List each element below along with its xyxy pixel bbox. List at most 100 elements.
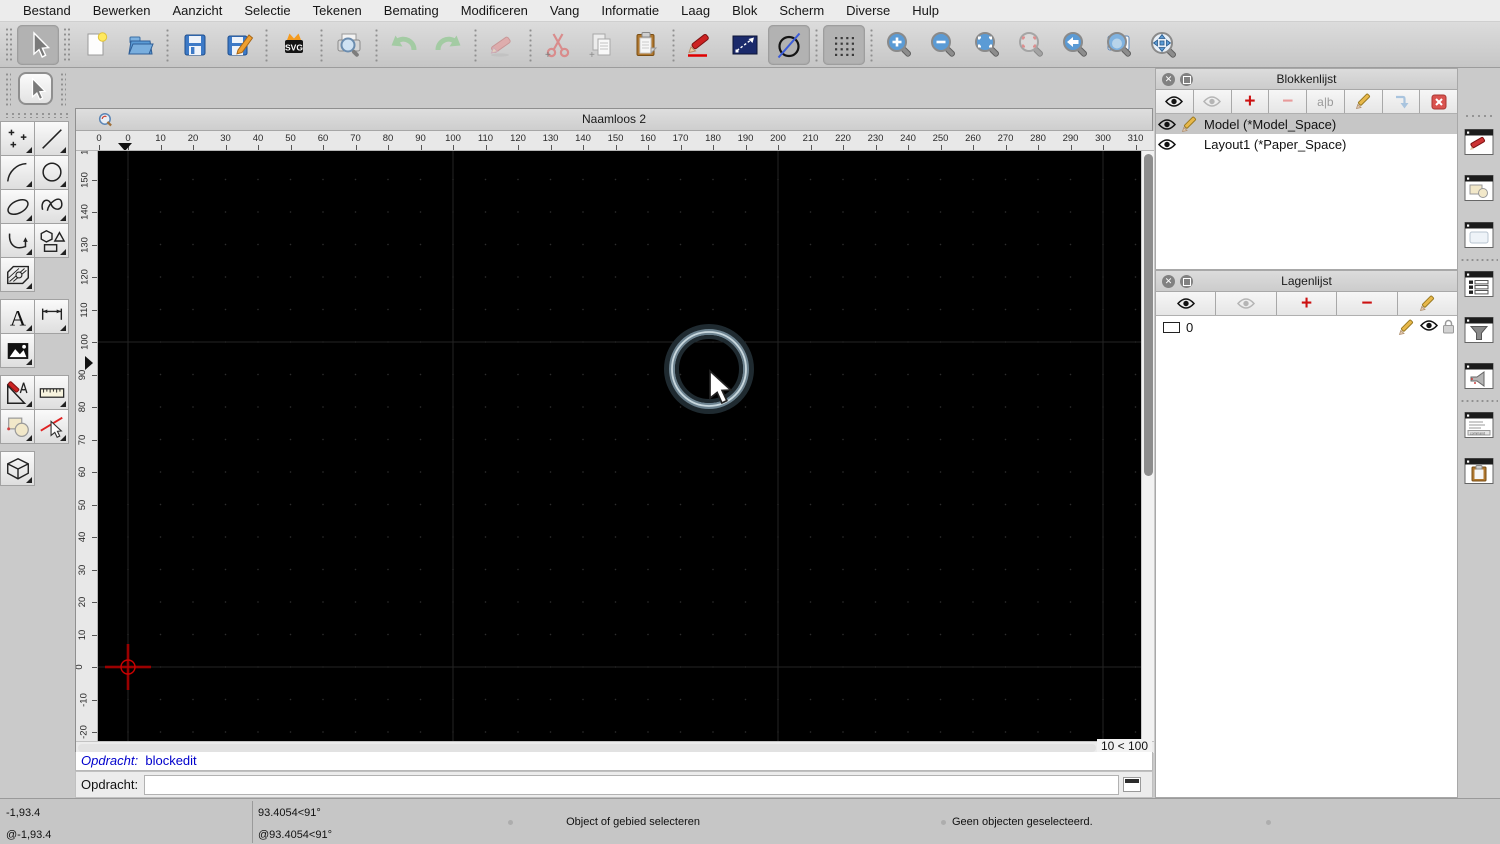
copy-button[interactable]: + xyxy=(581,25,623,65)
menu-item-tekenen[interactable]: Tekenen xyxy=(302,3,373,18)
vertical-scrollbar[interactable] xyxy=(1141,151,1154,741)
blocks-window-toggle[interactable] xyxy=(1463,172,1495,204)
show-all-blocks-button[interactable] xyxy=(1156,90,1194,113)
palette-handle[interactable] xyxy=(4,112,70,118)
library-window-toggle[interactable] xyxy=(1463,219,1495,251)
layerlist-window-toggle[interactable] xyxy=(1463,268,1495,300)
eye-icon[interactable] xyxy=(1156,118,1178,131)
svg-export-button[interactable]: SVG xyxy=(273,25,315,65)
zoom-selection-button[interactable] xyxy=(1010,25,1052,65)
vertical-scrollbar-thumb[interactable] xyxy=(1144,154,1153,476)
menu-item-diverse[interactable]: Diverse xyxy=(835,3,901,18)
hide-all-blocks-button[interactable] xyxy=(1194,90,1232,113)
menu-item-bestand[interactable]: Bestand xyxy=(12,3,82,18)
edit-block-button[interactable] xyxy=(1345,90,1383,113)
eye-icon[interactable] xyxy=(1420,319,1438,332)
zoom-previous-button[interactable] xyxy=(1054,25,1096,65)
select-tool-button[interactable] xyxy=(18,72,53,105)
eye-icon[interactable] xyxy=(1156,138,1178,151)
save-button[interactable] xyxy=(174,25,216,65)
circle-tool-button[interactable] xyxy=(34,155,69,190)
spline-tool-button[interactable] xyxy=(34,189,69,224)
modify-tool-button[interactable] xyxy=(0,375,35,410)
detach-command-widget-button[interactable] xyxy=(1123,777,1142,792)
new-drawing-button[interactable] xyxy=(75,25,117,65)
toolbar-handle[interactable] xyxy=(5,26,13,63)
cut-button[interactable]: + xyxy=(537,25,579,65)
toolbar-handle[interactable] xyxy=(60,72,66,106)
draft-mode-toggle[interactable] xyxy=(768,24,810,65)
pen-button[interactable] xyxy=(680,25,722,65)
menu-item-blok[interactable]: Blok xyxy=(721,3,768,18)
zoom-out-button[interactable] xyxy=(922,25,964,65)
arc-tool-button[interactable] xyxy=(0,155,35,190)
block-list-row[interactable]: Layout1 (*Paper_Space) xyxy=(1156,134,1457,154)
command-window-toggle[interactable]: command xyxy=(1463,409,1495,441)
zoom-in-button[interactable] xyxy=(878,25,920,65)
block-3d-tool-button[interactable] xyxy=(0,451,35,486)
polyline-tool-button[interactable] xyxy=(0,223,35,258)
measure-tool-button[interactable] xyxy=(34,375,69,410)
zoom-auto-button[interactable] xyxy=(966,25,1008,65)
toolbar-handle[interactable] xyxy=(63,26,71,63)
menu-item-laag[interactable]: Laag xyxy=(670,3,721,18)
toolbar-handle[interactable] xyxy=(5,72,11,106)
delete-block-button[interactable] xyxy=(1420,90,1457,113)
remove-block-button[interactable]: − xyxy=(1269,90,1307,113)
dock-handle[interactable] xyxy=(1464,114,1494,119)
clipboard-window-toggle[interactable] xyxy=(1463,455,1495,487)
block-list-row[interactable]: Model (*Model_Space) xyxy=(1156,114,1457,134)
line-tool-button[interactable] xyxy=(34,121,69,156)
text-tool-button[interactable]: A xyxy=(0,299,35,334)
menu-item-hulp[interactable]: Hulp xyxy=(901,3,950,18)
menu-item-vang[interactable]: Vang xyxy=(539,3,590,18)
menu-item-bewerken[interactable]: Bewerken xyxy=(82,3,162,18)
menu-item-aanzicht[interactable]: Aanzicht xyxy=(162,3,234,18)
filter-window-toggle[interactable] xyxy=(1463,314,1495,346)
zoom-auto-icon xyxy=(972,30,1002,60)
menu-item-modificeren[interactable]: Modificeren xyxy=(450,3,539,18)
command-input[interactable] xyxy=(144,774,1120,795)
hatch-tool-button[interactable] xyxy=(0,257,35,292)
hide-all-layers-button[interactable] xyxy=(1216,292,1277,315)
layer-list-row[interactable]: 0 xyxy=(1156,316,1457,338)
add-layer-button[interactable]: + xyxy=(1277,292,1338,315)
menu-item-selectie[interactable]: Selectie xyxy=(233,3,301,18)
rename-block-button[interactable]: a|b xyxy=(1307,90,1345,113)
select-entity-tool-button[interactable] xyxy=(34,409,69,444)
points-tool-button[interactable] xyxy=(0,121,35,156)
paste-button[interactable] xyxy=(625,25,667,65)
horizontal-scrollbar-thumb[interactable] xyxy=(78,744,1096,752)
undo-button[interactable] xyxy=(383,25,425,65)
redo-button[interactable] xyxy=(427,25,469,65)
insert-block-button[interactable] xyxy=(1383,90,1421,113)
drawing-canvas[interactable] xyxy=(98,151,1141,741)
edit-layer-button[interactable] xyxy=(1398,292,1457,315)
drawing-window-titlebar[interactable]: Naamloos 2 xyxy=(76,109,1152,131)
open-drawing-button[interactable] xyxy=(119,25,161,65)
delete-button[interactable] xyxy=(482,25,524,65)
menu-item-scherm[interactable]: Scherm xyxy=(768,3,835,18)
add-block-button[interactable]: + xyxy=(1232,90,1270,113)
image-tool-button[interactable] xyxy=(0,333,35,368)
dimension-tool-button[interactable] xyxy=(34,299,69,334)
lock-icon[interactable] xyxy=(1442,319,1455,334)
shapes-tool-button[interactable] xyxy=(34,223,69,258)
pan-button[interactable] xyxy=(1142,25,1184,65)
ellipse-tool-button[interactable] xyxy=(0,189,35,224)
zoom-window-button[interactable] xyxy=(1098,25,1140,65)
remove-layer-button[interactable]: − xyxy=(1337,292,1398,315)
distance-button[interactable] xyxy=(724,25,766,65)
grid-toggle[interactable] xyxy=(823,24,865,65)
pen-window-toggle[interactable] xyxy=(1463,126,1495,158)
save-as-button[interactable] xyxy=(218,25,260,65)
menu-item-informatie[interactable]: Informatie xyxy=(590,3,670,18)
notify-window-toggle[interactable] xyxy=(1463,360,1495,392)
show-all-layers-button[interactable] xyxy=(1156,292,1217,315)
print-preview-button[interactable] xyxy=(328,25,370,65)
select-tool-button[interactable] xyxy=(17,24,59,65)
pencil-icon[interactable] xyxy=(1398,319,1415,336)
layer-color-swatch[interactable] xyxy=(1163,321,1180,333)
menu-item-bemating[interactable]: Bemating xyxy=(373,3,450,18)
order-tool-button[interactable] xyxy=(0,409,35,444)
